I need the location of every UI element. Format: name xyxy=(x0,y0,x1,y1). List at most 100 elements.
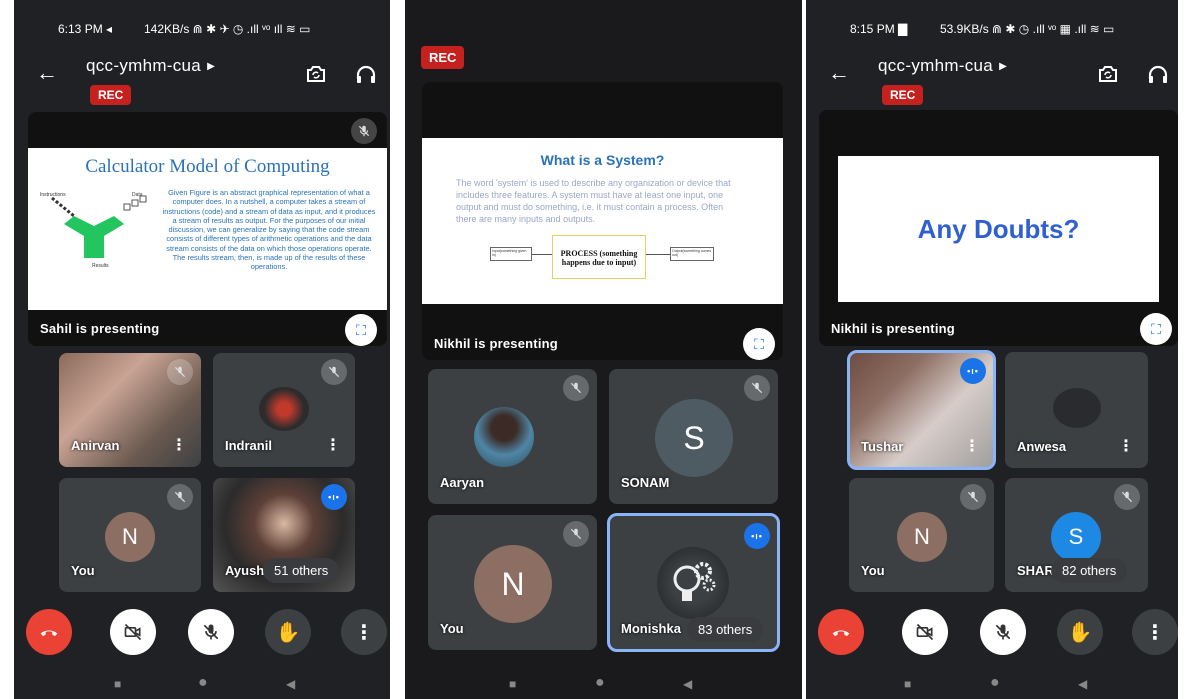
status-network: 142KB/s ⋒ ✱ ✈ ◷ .ıll ᵛᵒ ıll ≋ ▭ xyxy=(144,22,311,36)
presentation-panel[interactable]: What is a System? The word 'system' is u… xyxy=(422,82,783,360)
more-vertical-icon[interactable]: ⋮ xyxy=(325,438,341,454)
camera-off-icon xyxy=(916,623,934,641)
raise-hand-button[interactable]: ✋ xyxy=(265,609,311,655)
avatar xyxy=(1053,388,1101,428)
more-options-button[interactable]: ⋮ xyxy=(1132,609,1178,655)
participant-name: Anwesa xyxy=(1017,439,1067,454)
lightbulb-gears-icon xyxy=(657,547,729,619)
participant-tile[interactable]: Aaryan xyxy=(428,369,597,504)
camera-toggle-button[interactable] xyxy=(902,609,948,655)
more-vertical-icon[interactable]: ⋮ xyxy=(171,438,187,454)
nav-home-button[interactable]: ● xyxy=(990,674,1000,692)
speaking-indicator-icon: •ı• xyxy=(321,484,347,510)
output-box: Output(something comes out) xyxy=(670,247,714,261)
participant-tile[interactable]: •ı• Monishka 83 others xyxy=(607,513,780,652)
others-count[interactable]: 83 others xyxy=(687,617,764,642)
status-network: 53.9KB/s ⋒ ✱ ◷ .ıll ᵛᵒ ▦ .ıll ≋ ▭ xyxy=(940,22,1115,36)
input-box: Input(something given in) xyxy=(490,247,532,261)
connector-line xyxy=(532,254,552,255)
others-count[interactable]: 51 others xyxy=(263,558,340,583)
speaking-indicator-icon: •ı• xyxy=(744,523,770,549)
presentation-panel[interactable]: Any Doubts? Nikhil is presenting ⛶ xyxy=(819,110,1178,346)
participant-tile[interactable]: S SONAM xyxy=(609,369,778,504)
arrow-left-icon[interactable]: ← xyxy=(36,62,58,84)
participant-tile[interactable]: •ı• Ayush 51 others xyxy=(213,478,355,592)
left-phone-screen: 6:13 PM ◂ 142KB/s ⋒ ✱ ✈ ◷ .ıll ᵛᵒ ıll ≋ … xyxy=(14,0,390,699)
fullscreen-icon[interactable]: ⛶ xyxy=(345,314,377,346)
more-options-button[interactable]: ⋮ xyxy=(341,609,387,655)
mic-off-icon xyxy=(995,624,1011,640)
more-vertical-icon[interactable]: ⋮ xyxy=(964,439,980,455)
meeting-code[interactable]: qcc-ymhm-cua ▶ xyxy=(878,56,1007,76)
participant-tile[interactable]: Anwesa ⋮ xyxy=(1005,352,1148,468)
nav-back-button[interactable]: ◀ xyxy=(683,677,692,691)
nav-recents-button[interactable]: ■ xyxy=(114,677,121,691)
slide-title: Any Doubts? xyxy=(917,214,1080,244)
camera-switch-icon[interactable] xyxy=(304,62,328,86)
participant-name: You xyxy=(861,563,885,578)
participant-tile[interactable]: N You xyxy=(428,515,597,650)
headphones-icon[interactable] xyxy=(1146,62,1170,86)
slide-body: Given Figure is an abstract graphical re… xyxy=(162,188,376,272)
participant-tile[interactable]: N You xyxy=(849,478,994,592)
mic-off-icon xyxy=(1114,484,1140,510)
mic-off-icon xyxy=(167,484,193,510)
camera-switch-icon[interactable] xyxy=(1096,62,1120,86)
right-phone-screen: 8:15 PM ▇ 53.9KB/s ⋒ ✱ ◷ .ıll ᵛᵒ ▦ .ıll … xyxy=(806,0,1178,699)
participant-name: Aaryan xyxy=(440,475,485,490)
avatar xyxy=(259,387,309,431)
more-vertical-icon: ⋮ xyxy=(354,621,374,644)
participant-tile[interactable]: N You xyxy=(59,478,201,592)
participant-tile[interactable]: S SHAR 82 others xyxy=(1005,478,1148,592)
meeting-code[interactable]: qcc-ymhm-cua ▶ xyxy=(86,56,215,76)
raise-hand-button[interactable]: ✋ xyxy=(1057,609,1103,655)
caret-right-icon: ▶ xyxy=(207,61,216,72)
nav-back-button[interactable]: ◀ xyxy=(286,677,295,691)
camera-toggle-button[interactable] xyxy=(110,609,156,655)
fullscreen-icon[interactable]: ⛶ xyxy=(743,328,775,360)
avatar xyxy=(474,407,534,467)
mic-off-icon xyxy=(203,624,219,640)
mic-off-icon xyxy=(321,359,347,385)
mic-off-icon xyxy=(563,521,589,547)
participant-name: SONAM xyxy=(621,475,670,490)
nav-recents-button[interactable]: ■ xyxy=(509,677,516,691)
headphones-icon[interactable] xyxy=(354,62,378,86)
fullscreen-icon[interactable]: ⛶ xyxy=(1140,313,1172,345)
rec-badge: REC xyxy=(90,85,132,105)
mic-toggle-button[interactable] xyxy=(188,609,234,655)
avatar: N xyxy=(897,512,947,562)
rec-badge: REC xyxy=(421,46,465,69)
status-bar: 6:13 PM ◂ 142KB/s ⋒ ✱ ✈ ◷ .ıll ᵛᵒ ıll ≋ … xyxy=(14,22,390,40)
end-call-button[interactable] xyxy=(818,609,864,655)
phone-hangup-icon xyxy=(832,630,850,637)
meeting-code-text: qcc-ymhm-cua xyxy=(878,56,994,75)
nav-home-button[interactable]: ● xyxy=(595,674,605,692)
connector-line xyxy=(646,254,670,255)
status-time: 8:15 PM ▇ xyxy=(850,22,908,36)
arrow-left-icon[interactable]: ← xyxy=(828,62,850,84)
participant-tile[interactable]: Indranil ⋮ xyxy=(213,353,355,467)
nav-back-button[interactable]: ◀ xyxy=(1078,677,1087,691)
participant-tile[interactable]: Anirvan ⋮ xyxy=(59,353,201,467)
participant-name: SHAR xyxy=(1017,563,1054,578)
end-call-button[interactable] xyxy=(26,609,72,655)
calculator-diagram xyxy=(51,195,147,258)
presenter-label: Sahil is presenting xyxy=(40,321,160,336)
avatar: N xyxy=(105,512,155,562)
slide-title: Calculator Model of Computing xyxy=(85,156,330,177)
others-count[interactable]: 82 others xyxy=(1051,558,1128,583)
more-vertical-icon[interactable]: ⋮ xyxy=(1118,439,1134,455)
shared-slide: What is a System? The word 'system' is u… xyxy=(422,138,783,304)
hand-icon: ✋ xyxy=(1067,621,1093,644)
nav-recents-button[interactable]: ■ xyxy=(904,677,911,691)
mic-toggle-button[interactable] xyxy=(980,609,1026,655)
nav-home-button[interactable]: ● xyxy=(198,674,208,692)
participant-name: You xyxy=(71,563,95,578)
avatar: S xyxy=(1051,512,1101,562)
slide-title: What is a System? xyxy=(540,152,665,168)
presentation-panel[interactable]: Calculator Model of Computing Instructio… xyxy=(28,112,387,346)
participant-tile[interactable]: •ı• Tushar ⋮ xyxy=(847,350,996,470)
mic-off-icon xyxy=(563,375,589,401)
avatar: N xyxy=(474,545,552,623)
